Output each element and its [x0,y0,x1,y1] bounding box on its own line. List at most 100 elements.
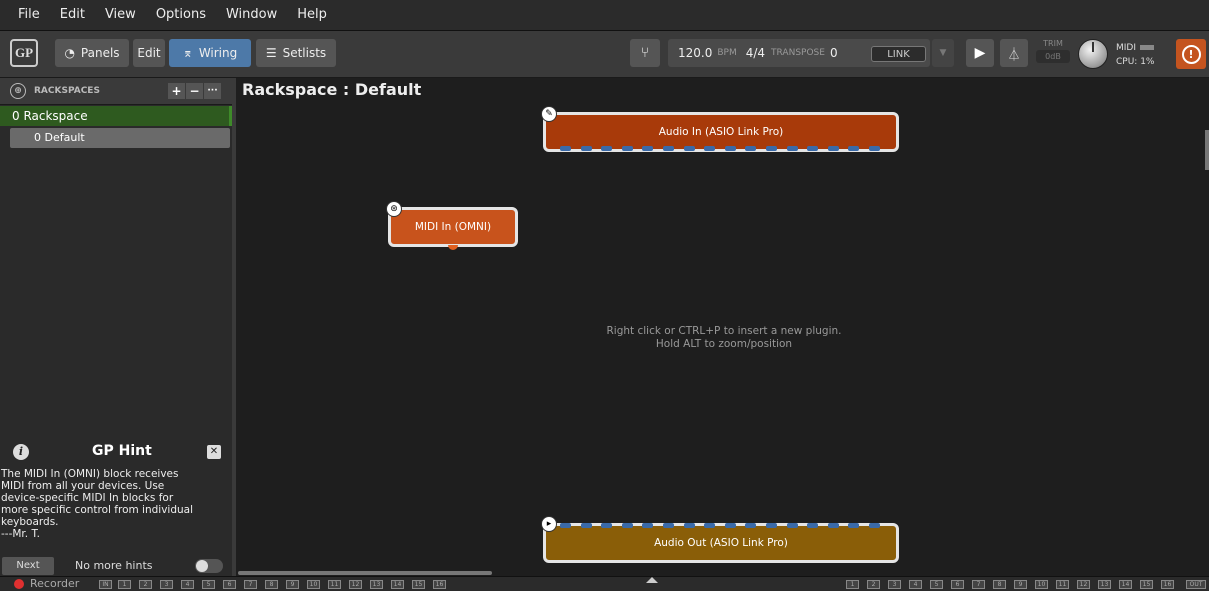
input-channel-15: 15 [412,580,425,589]
remove-rackspace-button[interactable]: − [186,83,203,99]
tuner-fork-icon: ⑂ [640,45,650,61]
out-label: OUT [1186,580,1206,589]
transpose-value[interactable]: 0 [830,46,838,60]
audio-out-block[interactable]: Audio Out (ASIO Link Pro) [543,523,899,563]
panels-button[interactable]: ◔ Panels [55,39,129,67]
input-channel-2: 2 [139,580,152,589]
metronome-icon: ⏃ [1007,47,1021,63]
wiring-button[interactable]: ⌆ Wiring [169,39,251,67]
recorder-label[interactable]: Recorder [30,577,79,591]
midi-activity-icon [1140,45,1155,50]
bpm-value[interactable]: 120.0 [678,46,712,60]
rackspaces-panel: ⊕ RACKSPACES + − ··· 0 Rackspace 0 Defau… [0,78,232,576]
no-more-hints-label: No more hints [75,559,153,572]
time-signature[interactable]: 4/4 [746,46,765,60]
link-dropdown-button[interactable]: ▼ [932,39,954,67]
tuner-button[interactable]: ⑂ [630,39,660,67]
play-button[interactable]: ▶ [966,39,994,67]
input-channel-13: 13 [370,580,383,589]
midi-in-block[interactable]: MIDI In (OMNI) [388,207,518,247]
edit-button[interactable]: Edit [133,39,165,67]
chevron-up-icon[interactable] [646,577,658,583]
audio-out-input-pins[interactable] [560,523,880,529]
globe-icon[interactable]: ⊕ [10,83,26,99]
output-channel-10: 10 [1035,580,1048,589]
rackspace-item[interactable]: 0 Rackspace [0,106,232,126]
audio-out-label: Audio Out (ASIO Link Pro) [654,537,788,549]
output-channel-3: 3 [888,580,901,589]
chevron-down-icon: ▼ [939,48,947,58]
play-icon: ▶ [974,45,986,61]
output-channel-12: 12 [1077,580,1090,589]
variation-item[interactable]: 0 Default [10,128,230,148]
metronome-button[interactable]: ⏃ [1000,39,1028,67]
output-channel-5: 5 [930,580,943,589]
alert-icon: ! [1181,44,1201,64]
output-channel-13: 13 [1098,580,1111,589]
menu-edit[interactable]: Edit [50,0,95,30]
no-more-hints-toggle[interactable] [195,559,223,573]
output-channel-15: 15 [1140,580,1153,589]
trim-label: TRIM [1043,39,1063,48]
edit-pencil-icon[interactable]: ✎ [541,106,557,122]
wiring-label: Wiring [198,46,238,60]
canvas-hint-line-2: Hold ALT to zoom/position [655,338,793,350]
rackspace-title: Rackspace : Default [242,80,422,99]
audio-in-label: Audio In (ASIO Link Pro) [658,126,784,138]
menu-file[interactable]: File [0,0,50,30]
input-channel-8: 8 [265,580,278,589]
add-rackspace-button[interactable]: + [168,83,185,99]
record-icon[interactable] [14,579,24,589]
output-channel-8: 8 [993,580,1006,589]
panels-label: Panels [80,46,120,60]
close-hint-button[interactable]: ✕ [207,445,221,459]
panels-icon: ◔ [64,46,75,60]
output-channel-1: 1 [846,580,859,589]
output-channel-4: 4 [909,580,922,589]
menu-bar: File Edit View Options Window Help [0,0,1209,31]
vertical-scrollbar[interactable] [1205,130,1209,170]
output-channel-14: 14 [1119,580,1132,589]
panic-button[interactable]: ! [1176,39,1206,69]
audio-in-block[interactable]: Audio In (ASIO Link Pro) [543,112,899,152]
app-logo: GP [10,39,38,67]
input-channel-9: 9 [286,580,299,589]
midi-connector-icon[interactable]: ⊛ [386,201,402,217]
input-channel-7: 7 [244,580,257,589]
bpm-unit: BPM [717,48,737,58]
in-label: IN [99,580,112,589]
input-channel-1: 1 [118,580,131,589]
input-channel-6: 6 [223,580,236,589]
next-hint-button[interactable]: Next [2,557,54,575]
input-channel-4: 4 [181,580,194,589]
play-icon[interactable]: ▸ [541,516,557,532]
midi-in-label: MIDI In (OMNI) [414,221,492,233]
horizontal-scrollbar[interactable] [238,571,492,575]
toolbar: GP ◔ Panels Edit ⌆ Wiring ☰ Setlists ⑂ 1… [0,31,1209,78]
setlists-label: Setlists [282,46,327,60]
canvas-hint: Right click or CTRL+P to insert a new pl… [574,325,874,351]
info-icon: i [13,444,29,460]
menu-options[interactable]: Options [146,0,216,30]
input-channel-12: 12 [349,580,362,589]
input-channel-11: 11 [328,580,341,589]
trim-control[interactable]: TRIM 0dB [1036,39,1070,69]
setlists-button[interactable]: ☰ Setlists [256,39,336,67]
master-volume-knob[interactable] [1078,39,1108,69]
menu-help[interactable]: Help [287,0,337,30]
rackspaces-title: RACKSPACES [34,86,100,96]
bottom-bar: Recorder IN OUT 1 1 2 2 3 3 4 4 5 5 6 6 7 7 8 8 9 9 10 10 11… [0,576,1209,591]
transpose-label: TRANSPOSE [771,48,825,58]
trim-value: 0dB [1036,50,1070,63]
input-channel-3: 3 [160,580,173,589]
menu-view[interactable]: View [95,0,146,30]
output-channel-2: 2 [867,580,880,589]
input-channel-14: 14 [391,580,404,589]
list-icon: ☰ [265,46,277,60]
audio-in-output-pins[interactable] [560,146,880,152]
more-options-button[interactable]: ··· [204,83,221,99]
link-button[interactable]: LINK [871,46,926,62]
input-channel-10: 10 [307,580,320,589]
menu-window[interactable]: Window [216,0,287,30]
gp-hint-panel: i GP Hint ✕ The MIDI In (OMNI) block rec… [0,438,232,576]
